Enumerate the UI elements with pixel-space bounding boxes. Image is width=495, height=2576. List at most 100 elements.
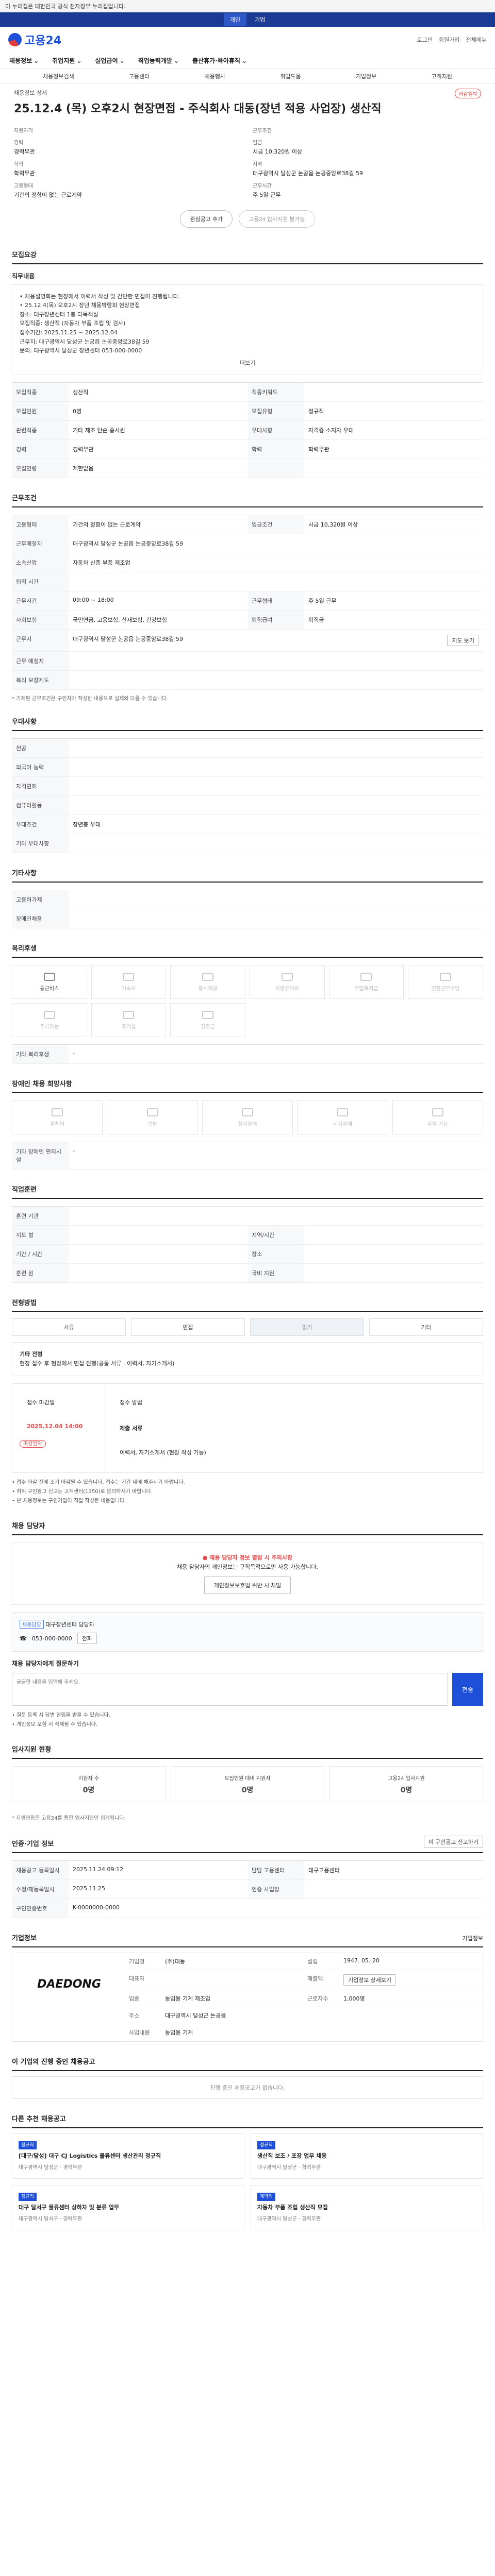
summary-value: 시급 10,320원 이상	[253, 148, 303, 155]
company-link[interactable]: 기업정보	[463, 1934, 483, 1942]
job-card[interactable]: 정규직 생산직 보조 / 포장 업무 채용 대구광역시 달성군 · 학력무관	[251, 2133, 483, 2179]
summary-value: 학력무관	[14, 170, 35, 177]
tab-documents[interactable]: 서류	[12, 1318, 126, 1336]
contact-card: 채용담당 대구장년센터 담당자 ☎ 053-000-0000 전화	[12, 1612, 483, 1652]
report-button[interactable]: 이 구인공고 신고하기	[423, 1836, 483, 1849]
subnav-item[interactable]: 고용센터	[129, 72, 150, 80]
gnb-label: 출산휴가·육아휴직	[192, 57, 240, 64]
job-card[interactable]: 계약직자동차 부품 조립 생산직 모집대구광역시 달성군 · 경력무관	[251, 2185, 483, 2231]
more-button[interactable]: 더보기	[20, 359, 475, 368]
add-interest-button[interactable]: 관심공고 추가	[180, 210, 233, 228]
gnb-unemployment[interactable]: 실업급여 ⌄	[95, 56, 124, 65]
govbar-company[interactable]: 기업	[249, 13, 271, 26]
cell-value: 경력무관	[73, 446, 94, 453]
summary-label: 경력	[14, 140, 24, 146]
cell-value: 학력무관	[308, 446, 329, 453]
summary-label: 지원자격	[14, 128, 33, 134]
logo[interactable]: 고용24	[8, 31, 61, 48]
send-button[interactable]: 전송	[452, 1673, 483, 1706]
work-table: 고용형태 기간의 정함이 없는 근로계약 임금조건 시급 10,320원 이상 근무예…	[12, 515, 483, 690]
cell-header: 임금조건	[248, 515, 304, 534]
signup-link[interactable]: 회원가입	[439, 36, 459, 44]
company-detail-button[interactable]: 기업정보 상세보기	[343, 1974, 397, 1986]
job-card[interactable]: 정규직 대구 달서구 물류센터 상하차 및 분류 업무 대구광역시 달서구 · 경력…	[12, 2185, 244, 2231]
cell-value: 대구광역시 달성군 논공읍 논공중앙로38길 59 지도 보기	[69, 630, 483, 651]
summary-item: 지원자격	[14, 126, 242, 134]
cell-header: 자격면허	[12, 777, 69, 796]
cell-header: 기타 복리후생	[12, 1045, 69, 1064]
description-line: • 채용설명회는 현장에서 이력서 작성 및 간단한 면접이 진행됩니다.	[20, 293, 180, 300]
subnav-item[interactable]: 채용행사	[205, 72, 225, 80]
job-card-title: 대구 달서구 물류센터 상하차 및 분류 업무	[19, 2204, 120, 2211]
table-row: 자격면허	[12, 777, 483, 796]
job-chip: 계약직	[257, 2193, 275, 2201]
tab-interview[interactable]: 면접	[131, 1318, 245, 1336]
gnb-employment-support[interactable]: 취업지원 ⌄	[52, 56, 81, 65]
table-row: 고용허가제	[12, 890, 483, 910]
all-menu-link[interactable]: 전체메뉴	[466, 36, 487, 44]
table-row: 외국어 능력	[12, 758, 483, 777]
cell-header: 소속산업	[12, 553, 69, 572]
stat-card: 고용24 입사지원 0명	[329, 1766, 483, 1803]
chevron-down-icon: ⌄	[119, 57, 125, 64]
login-link[interactable]: 로그인	[417, 36, 433, 44]
alert-text: 채용 담당자의 개인정보는 구직목적으로만 사용 가능합니다.	[177, 1564, 318, 1571]
table-row: 우대조건 장년층 우대	[12, 815, 483, 835]
table-row: 근무시간 09:00 ~ 18:00 근무형태 주 5일 근무	[12, 591, 483, 611]
table-row: 장애인채용	[12, 909, 483, 929]
job-card[interactable]: 정규직 [대구/달성] 대구 CJ Logistics 물류센터 생산관리 정규직…	[12, 2133, 244, 2179]
deadline-badge: 마감임박	[455, 89, 481, 98]
inquiry-input[interactable]	[12, 1673, 448, 1706]
subnav-item[interactable]: 기업정보	[356, 72, 376, 80]
summary-item: 지역 대구광역시 달성군 논공읍 논공중앙로38길 59	[253, 160, 481, 177]
gnb-label: 채용정보	[9, 57, 32, 64]
table-row: 모집직종 생산직 직종키워드	[12, 383, 483, 402]
company-label: 사업내용	[126, 2024, 162, 2042]
cell-value	[69, 1207, 483, 1225]
table-row: 수정/재등록일시 2025.11.25 인증 사업장	[12, 1880, 483, 1900]
call-button[interactable]: 전화	[77, 1633, 97, 1645]
map-button[interactable]: 지도 보기	[447, 635, 479, 647]
subsection-title: 직무내용	[12, 272, 35, 280]
govbar-personal[interactable]: 개인	[223, 13, 246, 26]
apply-button[interactable]: 고용24 입사지원 불가능	[239, 210, 315, 228]
company-label: 업종	[126, 1990, 162, 2008]
cell-value: 자동차 신품 부품 제조업	[73, 560, 130, 567]
process-section: 전형방법 서류 면접 필기 기타 기타 전형 현장 접수 후 현장에서 면접 진…	[12, 1297, 483, 1505]
tab-written[interactable]: 필기	[250, 1318, 364, 1336]
summary-label: 학력	[14, 161, 24, 167]
section-title: 채용 담당자	[12, 1520, 483, 1535]
inquiry-notes: • 질문 등록 시 답변 알림을 받을 수 있습니다. • 개인정보 포함 시 …	[12, 1711, 483, 1730]
deadline-box: 접수 마감일 2025.12.04 14:00 마감임박	[12, 1383, 105, 1472]
cell-header: 구인인증번호	[12, 1899, 69, 1918]
gnb-label: 실업급여	[95, 57, 118, 64]
subnav-item[interactable]: 고객지원	[431, 72, 452, 80]
contact-section: 채용 담당자 ● 채용 담당자 정보 열람 시 주의사항 채용 담당자의 개인정…	[12, 1520, 483, 1730]
etc-process-title: 기타 전형	[20, 1351, 43, 1358]
gnb-training[interactable]: 직업능력개발 ⌄	[138, 56, 179, 65]
cell-value: 0명	[73, 408, 82, 415]
gnb-leave[interactable]: 출산휴가·육아휴직 ⌄	[192, 56, 247, 65]
note-line: • 본 채용정보는 구인기업이 직접 작성한 내용입니다.	[12, 1498, 126, 1504]
disability-section: 장애인 채용 희망사항 휠체어 목발 청각장애 시각장애 주차 가능 기타 장애…	[12, 1078, 483, 1170]
summary-item: 임금 시급 10,320원 이상	[253, 138, 481, 156]
disability-item: 주차 가능	[392, 1100, 483, 1135]
cell-value	[69, 671, 483, 689]
cell-header: 관련직종	[12, 421, 69, 440]
chevron-down-icon: ⌄	[76, 57, 82, 64]
cell-value	[69, 758, 483, 776]
address-text: 대구광역시 달성군 논공읍 논공중앙로38길 59	[73, 636, 184, 643]
subnav-item[interactable]: 취업도움	[280, 72, 301, 80]
tab-etc[interactable]: 기타	[369, 1318, 483, 1336]
gnb-jobs[interactable]: 채용정보 ⌄	[9, 56, 39, 65]
alert-icon: ●	[202, 1554, 210, 1561]
cell-value	[69, 1245, 248, 1263]
job-card-title: [대구/달성] 대구 CJ Logistics 물류센터 생산관리 정규직	[19, 2153, 161, 2160]
cell-header: 근무 예정지	[12, 652, 69, 671]
job-card-meta: 대구광역시 달성군 · 경력무관	[257, 2216, 321, 2223]
job-card-title: 자동차 부품 조립 생산직 모집	[257, 2204, 328, 2211]
job-chip: 정규직	[19, 2141, 37, 2150]
subnav-item[interactable]: 채용정보검색	[43, 72, 74, 80]
privacy-law-button[interactable]: 개인정보보호법 위반 시 처벌	[204, 1577, 291, 1595]
summary-value: 대구광역시 달성군 논공읍 논공중앙로38길 59	[253, 170, 364, 177]
